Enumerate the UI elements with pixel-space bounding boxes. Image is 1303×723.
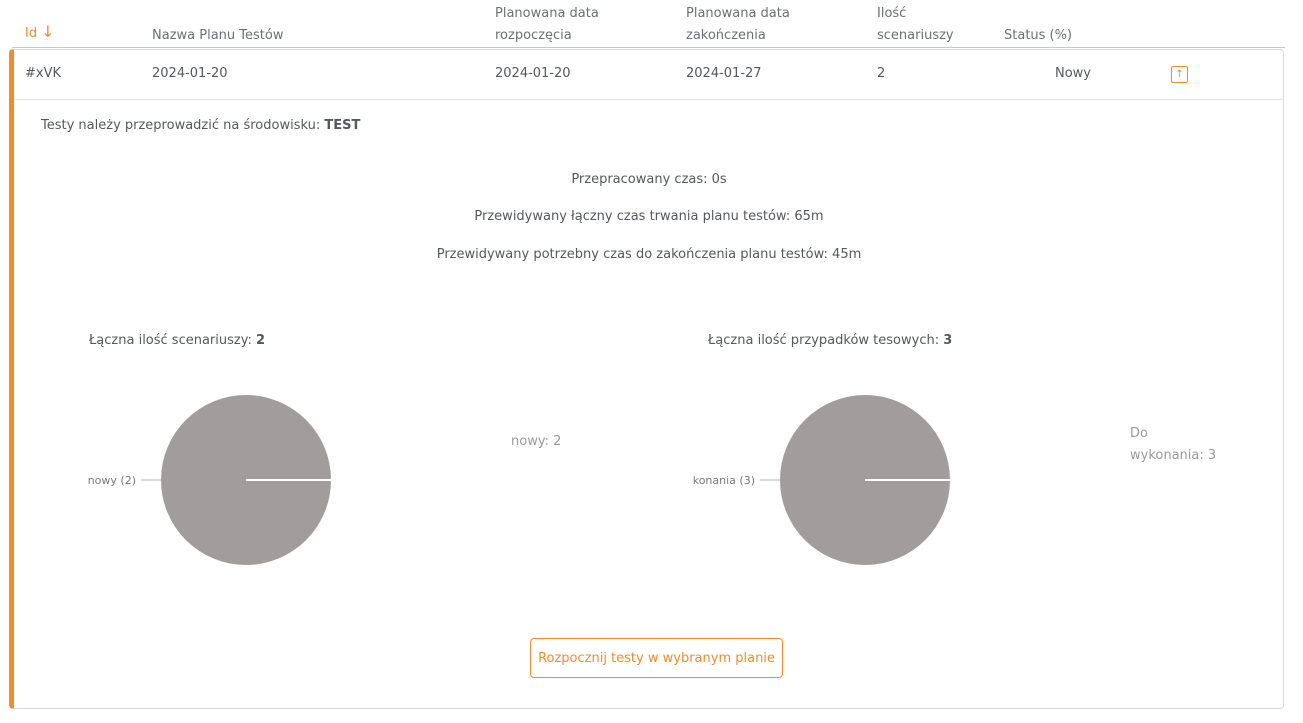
scenarios-chart-legend-item: nowy: 2 [511,434,562,449]
scenarios-chart-title-value: 2 [256,333,266,348]
row-scenario-count: 2 [877,66,886,81]
start-tests-button[interactable]: Rozpocznij testy w wybranym planie [530,638,783,678]
testcases-legend-line2: wykonania: 3 [1130,448,1217,463]
column-header-scenario-count[interactable]: Ilość scenariuszy [877,3,954,47]
row-divider [14,99,1284,100]
scenarios-chart-title-label: Łączna ilość scenariuszy: [89,333,256,348]
estimated-remaining-time: Przewidywany potrzebny czas do zakończen… [436,247,862,262]
column-header-end-date-line2: zakończenia [686,28,766,43]
column-header-end-date-line1: Planowana data [686,6,790,21]
testcases-chart-title: Łączna ilość przypadków tesowych: 3 [708,333,952,348]
row-name: 2024-01-20 [152,66,228,81]
column-header-id[interactable]: Id ↓ [25,21,55,45]
testcases-chart-title-label: Łączna ilość przypadków tesowych: [708,333,944,348]
column-header-end-date[interactable]: Planowana data zakończenia [686,3,790,47]
testcases-pie-chart: konania (3) [693,395,950,565]
column-header-scenario-count-line1: Ilość [877,6,907,21]
row-status: Nowy [1055,66,1092,81]
testcases-chart-title-value: 3 [943,333,953,348]
sort-arrow-down-icon[interactable]: ↓ [41,22,54,41]
environment-info: Testy należy przeprowadzić na środowisku… [41,118,360,133]
column-header-name[interactable]: Nazwa Planu Testów [152,25,283,47]
scenarios-chart-title: Łączna ilość scenariuszy: 2 [89,333,265,348]
column-header-scenario-count-line2: scenariuszy [877,28,954,43]
row-end-date: 2024-01-27 [686,66,762,81]
column-header-start-date-line1: Planowana data [495,6,599,21]
pie-slice-label: nowy (2) [88,474,136,487]
test-plan-card [9,49,1284,709]
column-header-status[interactable]: Status (%) [1004,25,1072,47]
collapse-row-button[interactable]: ↑ [1171,66,1188,83]
column-header-start-date[interactable]: Planowana data rozpoczęcia [495,3,599,47]
estimated-total-time: Przewidywany łączny czas trwania planu t… [474,209,824,224]
pie-slice-label: konania (3) [693,474,755,487]
testcases-legend-line1: Do [1130,426,1148,441]
arrow-up-icon: ↑ [1175,69,1184,80]
column-header-id-label: Id [25,26,38,41]
environment-value: TEST [324,118,361,133]
testcases-chart-legend-item: Do wykonania: 3 [1130,423,1216,467]
environment-label: Testy należy przeprowadzić na środowisku… [41,118,325,133]
column-header-start-date-line2: rozpoczęcia [495,28,572,43]
header-divider [12,47,1285,48]
row-start-date: 2024-01-20 [495,66,571,81]
elapsed-time: Przepracowany czas: 0s [571,172,727,187]
row-id: #xVK [25,66,62,81]
scenarios-pie-chart: nowy (2) [88,395,331,565]
